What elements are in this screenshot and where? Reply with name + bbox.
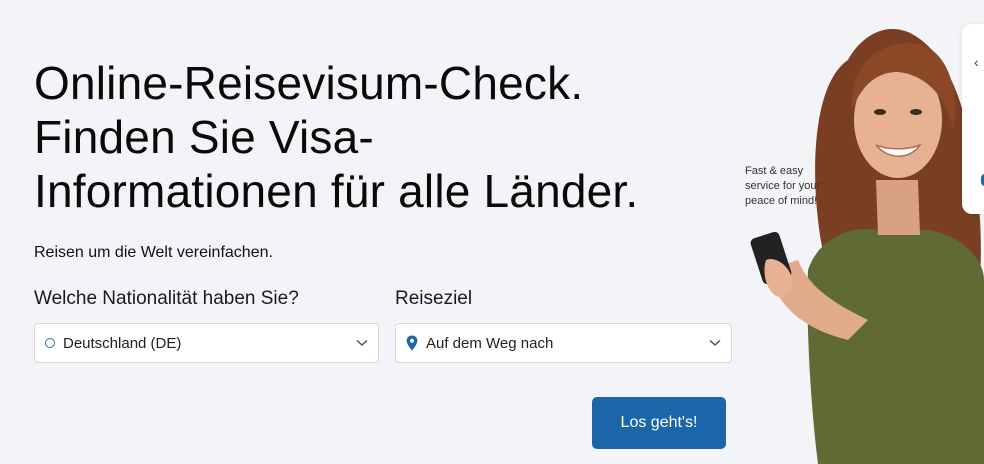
- nationality-select-value: Deutschland (DE): [63, 334, 182, 352]
- hero-title: Online-Reisevisum-Check. Finden Sie Visa…: [34, 56, 638, 218]
- side-panel[interactable]: ‹: [962, 24, 984, 214]
- hero-subtitle: Reisen um die Welt vereinfachen.: [34, 244, 273, 261]
- map-pin-icon: [406, 335, 418, 351]
- promo-bubble: Fast & easy service for your peace of mi…: [745, 164, 835, 209]
- submit-button[interactable]: Los geht's!: [592, 397, 726, 449]
- hero-title-line-2: Finden Sie Visa-: [34, 111, 374, 163]
- nationality-label: Welche Nationalität haben Sie?: [34, 288, 299, 309]
- hero-title-line-1: Online-Reisevisum-Check.: [34, 57, 584, 109]
- chevron-down-icon: [356, 339, 368, 347]
- promo-bubble-line-2: service for your: [745, 180, 821, 192]
- promo-bubble-line-3: peace of mind!: [745, 195, 818, 207]
- hero-title-line-3: Informationen für alle Länder.: [34, 165, 639, 217]
- chevron-left-icon[interactable]: ‹: [974, 54, 979, 70]
- destination-select-value: Auf dem Weg nach: [426, 334, 554, 352]
- woman-with-phone-image: [750, 28, 984, 464]
- destination-select[interactable]: Auf dem Weg nach: [395, 323, 732, 363]
- radio-circle-icon: [45, 338, 55, 348]
- chevron-down-icon: [709, 339, 721, 347]
- nationality-select[interactable]: Deutschland (DE): [34, 323, 379, 363]
- promo-bubble-line-1: Fast & easy: [745, 165, 804, 177]
- destination-label: Reiseziel: [395, 288, 473, 309]
